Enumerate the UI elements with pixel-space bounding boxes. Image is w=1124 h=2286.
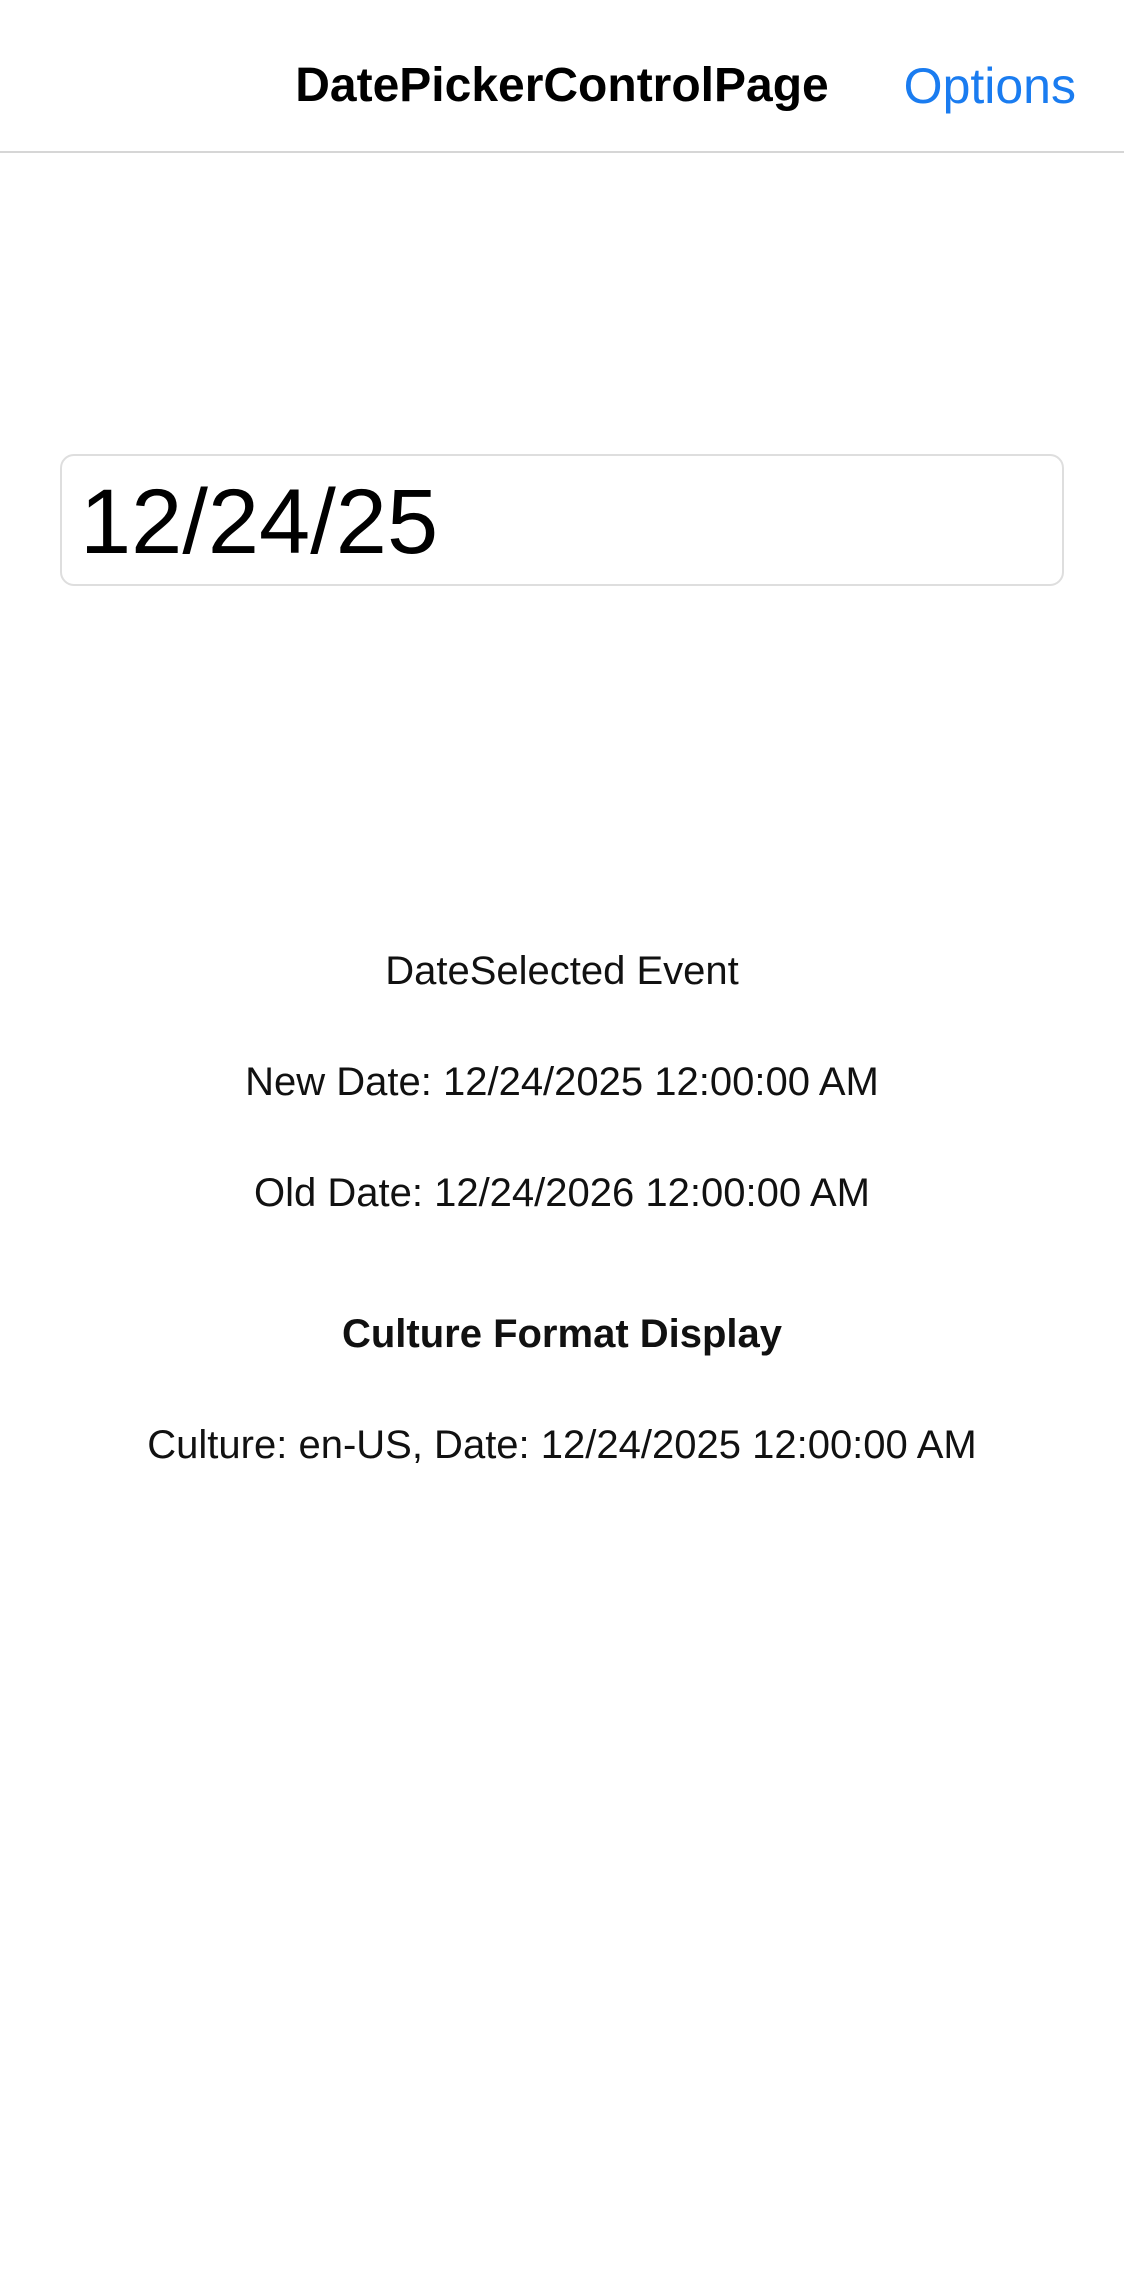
options-button[interactable]: Options: [904, 56, 1076, 116]
page: DatePickerControlPage Options 12/24/25 D…: [0, 0, 1124, 2286]
date-picker-field[interactable]: 12/24/25: [60, 454, 1064, 586]
navigation-bar: DatePickerControlPage Options: [0, 0, 1124, 153]
new-date-label: New Date: 12/24/2025 12:00:00 AM: [245, 1060, 879, 1104]
old-date-label: Old Date: 12/24/2026 12:00:00 AM: [254, 1171, 870, 1215]
culture-date-label: Culture: en-US, Date: 12/24/2025 12:00:0…: [147, 1423, 977, 1467]
culture-format-heading: Culture Format Display: [341, 1312, 783, 1356]
date-selected-event-heading: DateSelected Event: [385, 949, 739, 993]
date-picker-value: 12/24/25: [80, 471, 439, 573]
